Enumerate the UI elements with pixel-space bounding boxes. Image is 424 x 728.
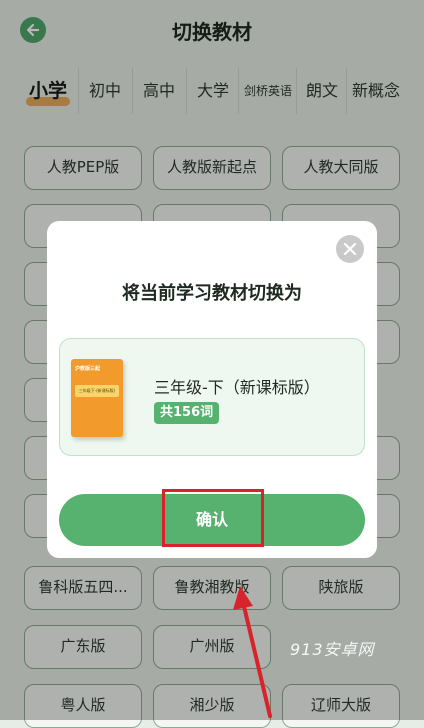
watermark-text: 913安卓网 [290, 640, 375, 659]
annotation-arrow-icon [233, 586, 272, 718]
